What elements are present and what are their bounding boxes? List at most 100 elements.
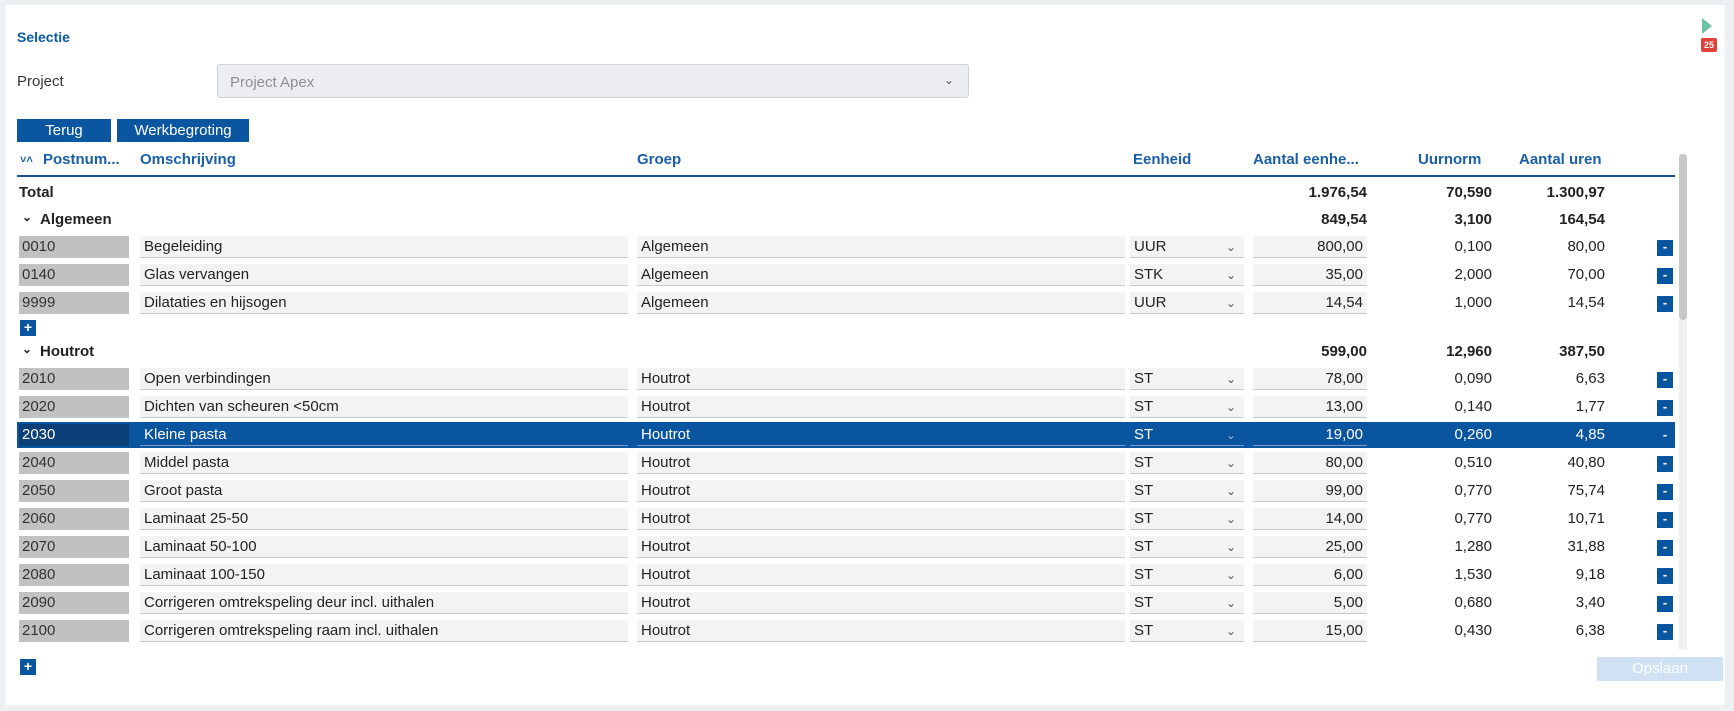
- unit-select[interactable]: ST ⌄: [1130, 368, 1244, 390]
- unit-select[interactable]: ST ⌄: [1130, 592, 1244, 614]
- quantity-field[interactable]: 14,54: [1253, 292, 1367, 314]
- unit-select[interactable]: ST ⌄: [1130, 564, 1244, 586]
- table-row[interactable]: 2050 Groot pasta Houtrot ST ⌄ 99,00 0,770 75,74…: [17, 478, 1675, 504]
- remove-row-button[interactable]: -: [1657, 400, 1673, 416]
- remove-row-button[interactable]: -: [1657, 512, 1673, 528]
- table-row[interactable]: 2020 Dichten van scheuren <50cm Houtrot ST ⌄…: [17, 394, 1675, 420]
- project-select[interactable]: Project Apex ⌄: [217, 64, 969, 98]
- unit-select[interactable]: ST ⌄: [1130, 452, 1244, 474]
- unit-select[interactable]: ST ⌄: [1130, 620, 1244, 642]
- notification-badge[interactable]: 25: [1701, 38, 1717, 52]
- remove-row-button[interactable]: -: [1657, 296, 1673, 312]
- chevron-down-icon[interactable]: ⌄: [22, 210, 32, 224]
- unit-select[interactable]: ST ⌄: [1130, 508, 1244, 530]
- group-field[interactable]: Houtrot: [637, 396, 1125, 418]
- chevron-down-icon[interactable]: ⌄: [22, 342, 32, 356]
- table-row[interactable]: 0140 Glas vervangen Algemeen STK ⌄ 35,00 2,000…: [17, 262, 1675, 288]
- remove-row-button[interactable]: -: [1657, 624, 1673, 640]
- group-field[interactable]: Houtrot: [637, 480, 1125, 502]
- column-header-quantity[interactable]: Aantal eenhe...: [1253, 151, 1359, 175]
- chevron-right-icon[interactable]: [1702, 18, 1712, 34]
- column-header-unit[interactable]: Eenheid: [1133, 151, 1191, 175]
- description-field[interactable]: Dilataties en hijsogen: [140, 292, 628, 314]
- description-field[interactable]: Laminaat 100-150: [140, 564, 628, 586]
- group-field[interactable]: Algemeen: [637, 264, 1125, 286]
- quantity-field[interactable]: 13,00: [1253, 396, 1367, 418]
- add-row-button[interactable]: +: [20, 659, 36, 675]
- scrollbar-thumb[interactable]: [1679, 154, 1687, 320]
- remove-row-button[interactable]: -: [1657, 540, 1673, 556]
- unit-select[interactable]: ST ⌄: [1130, 396, 1244, 418]
- add-row-button[interactable]: +: [20, 320, 36, 336]
- row-number: 2080: [19, 564, 129, 586]
- quantity-field[interactable]: 80,00: [1253, 452, 1367, 474]
- group-field[interactable]: Houtrot: [637, 564, 1125, 586]
- table-row[interactable]: 2080 Laminaat 100-150 Houtrot ST ⌄ 6,00 1,530 9…: [17, 562, 1675, 588]
- group-field[interactable]: Houtrot: [637, 368, 1125, 390]
- back-button[interactable]: Terug: [17, 119, 111, 142]
- description-field[interactable]: Corrigeren omtrekspeling raam incl. uith…: [140, 620, 628, 642]
- quantity-field[interactable]: 6,00: [1253, 564, 1367, 586]
- quantity-field[interactable]: 15,00: [1253, 620, 1367, 642]
- description-field[interactable]: Middel pasta: [140, 452, 628, 474]
- unit-select[interactable]: STK ⌄: [1130, 264, 1244, 286]
- description-field[interactable]: Groot pasta: [140, 480, 628, 502]
- table-row[interactable]: 9999 Dilataties en hijsogen Algemeen UUR ⌄ 14…: [17, 290, 1675, 316]
- work-budget-button[interactable]: Werkbegroting: [117, 119, 249, 142]
- quantity-field[interactable]: 19,00: [1253, 424, 1367, 446]
- table-row[interactable]: 0010 Begeleiding Algemeen UUR ⌄ 800,00 0,100 80…: [17, 234, 1675, 260]
- table-row[interactable]: 2040 Middel pasta Houtrot ST ⌄ 80,00 0,510 40,8…: [17, 450, 1675, 476]
- table-row[interactable]: 2010 Open verbindingen Houtrot ST ⌄ 78,00 0,09…: [17, 366, 1675, 392]
- table-row[interactable]: 2090 Corrigeren omtrekspeling deur incl. …: [17, 590, 1675, 616]
- remove-row-button[interactable]: -: [1657, 596, 1673, 612]
- description-field[interactable]: Laminaat 50-100: [140, 536, 628, 558]
- remove-row-button[interactable]: -: [1657, 456, 1673, 472]
- group-field[interactable]: Houtrot: [637, 424, 1125, 446]
- description-field[interactable]: Begeleiding: [140, 236, 628, 258]
- group-field[interactable]: Houtrot: [637, 536, 1125, 558]
- remove-row-button[interactable]: -: [1657, 428, 1673, 444]
- description-field[interactable]: Open verbindingen: [140, 368, 628, 390]
- table-row[interactable]: 2060 Laminaat 25-50 Houtrot ST ⌄ 14,00 0,770 10…: [17, 506, 1675, 532]
- group-field[interactable]: Houtrot: [637, 508, 1125, 530]
- quantity-field[interactable]: 14,00: [1253, 508, 1367, 530]
- group-field[interactable]: Houtrot: [637, 452, 1125, 474]
- quantity-field[interactable]: 25,00: [1253, 536, 1367, 558]
- column-header-group[interactable]: Groep: [637, 151, 681, 175]
- chevron-down-icon: ⌄: [1225, 400, 1236, 414]
- column-header-hours[interactable]: Aantal uren: [1519, 151, 1602, 175]
- group-field[interactable]: Algemeen: [637, 292, 1125, 314]
- unit-select[interactable]: UUR ⌄: [1130, 236, 1244, 258]
- description-field[interactable]: Dichten van scheuren <50cm: [140, 396, 628, 418]
- remove-row-button[interactable]: -: [1657, 484, 1673, 500]
- column-header-description[interactable]: Omschrijving: [140, 151, 236, 175]
- description-field[interactable]: Laminaat 25-50: [140, 508, 628, 530]
- column-header-norm[interactable]: Uurnorm: [1418, 151, 1481, 175]
- unit-select[interactable]: ST ⌄: [1130, 480, 1244, 502]
- quantity-field[interactable]: 5,00: [1253, 592, 1367, 614]
- column-header-number[interactable]: Postnum...: [43, 151, 120, 175]
- table-row[interactable]: 2100 Corrigeren omtrekspeling raam incl. …: [17, 618, 1675, 644]
- save-button[interactable]: Opslaan: [1597, 657, 1723, 681]
- unit-select[interactable]: ST ⌄: [1130, 536, 1244, 558]
- group-field[interactable]: Houtrot: [637, 592, 1125, 614]
- remove-row-button[interactable]: -: [1657, 268, 1673, 284]
- group-header-algemeen[interactable]: ⌄ Algemeen 849,54 3,100 164,54: [17, 207, 1675, 233]
- table-row[interactable]: 2030 Kleine pasta Houtrot ST ⌄ 19,00 0,260 4,85…: [17, 422, 1675, 448]
- group-header-houtrot[interactable]: ⌄ Houtrot 599,00 12,960 387,50: [17, 339, 1675, 365]
- group-field[interactable]: Houtrot: [637, 620, 1125, 642]
- description-field[interactable]: Kleine pasta: [140, 424, 628, 446]
- quantity-field[interactable]: 99,00: [1253, 480, 1367, 502]
- unit-select[interactable]: ST ⌄: [1130, 424, 1244, 446]
- remove-row-button[interactable]: -: [1657, 240, 1673, 256]
- group-field[interactable]: Algemeen: [637, 236, 1125, 258]
- unit-select[interactable]: UUR ⌄: [1130, 292, 1244, 314]
- quantity-field[interactable]: 35,00: [1253, 264, 1367, 286]
- quantity-field[interactable]: 78,00: [1253, 368, 1367, 390]
- table-row[interactable]: 2070 Laminaat 50-100 Houtrot ST ⌄ 25,00 1,280 3…: [17, 534, 1675, 560]
- quantity-field[interactable]: 800,00: [1253, 236, 1367, 258]
- remove-row-button[interactable]: -: [1657, 372, 1673, 388]
- description-field[interactable]: Corrigeren omtrekspeling deur incl. uith…: [140, 592, 628, 614]
- description-field[interactable]: Glas vervangen: [140, 264, 628, 286]
- remove-row-button[interactable]: -: [1657, 568, 1673, 584]
